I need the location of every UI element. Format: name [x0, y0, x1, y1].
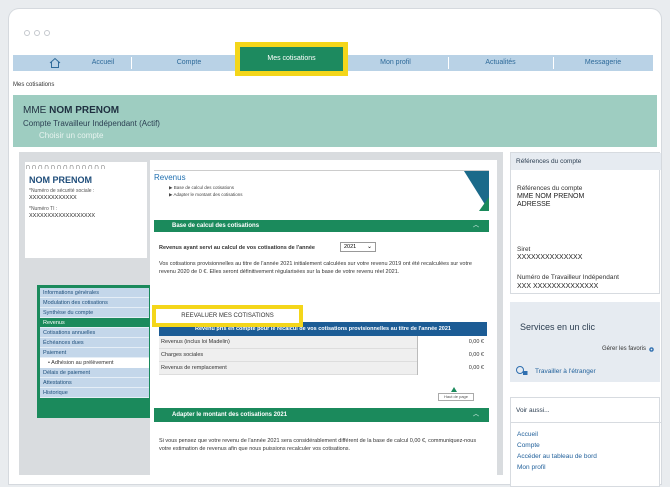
recalc-explanation: Vos cotisations provisionnelles au titre… — [159, 261, 472, 275]
nav-item-actualites[interactable]: Actualités — [448, 55, 553, 71]
account-holder: MME NOM PRENOM — [23, 105, 119, 116]
account-band: MME NOM PRENOM Compte Travailleur Indépe… — [13, 95, 657, 147]
row-value: 0,00 € — [417, 349, 487, 362]
side-item-attestations[interactable]: Attestations — [40, 378, 149, 388]
window-dot[interactable] — [44, 30, 50, 36]
link-adapter-montant[interactable]: ▶ Adapter le montant des cotisations — [169, 192, 243, 198]
back-to-top-link[interactable]: Haut de page — [438, 393, 474, 401]
see-also-compte[interactable]: Compte — [517, 442, 540, 449]
ssn-value: XXXXXXXXXXXXX — [29, 195, 77, 201]
nav-item-accueil[interactable]: Accueil — [73, 55, 133, 71]
chevron-up-icon[interactable]: ︿ — [473, 220, 479, 232]
nav-item-mes-cotisations[interactable]: Mes cotisations — [235, 42, 348, 76]
window-controls — [24, 23, 54, 41]
services-title: Services en un clic — [520, 322, 596, 332]
profile-card: ∩∩∩∩∩∩∩∩∩∩∩∩∩ NOM PRENOM *Numéro de sécu… — [25, 162, 147, 258]
nav-active-label: Mes cotisations — [267, 55, 316, 62]
section-base-calcul[interactable]: Base de calcul des cotisations ︿ — [154, 220, 489, 232]
home-icon[interactable] — [49, 57, 61, 69]
breadcrumb: Mes cotisations — [13, 82, 55, 88]
side-item-paiement[interactable]: Paiement — [40, 348, 149, 358]
notebook-rings: ∩∩∩∩∩∩∩∩∩∩∩∩∩ — [25, 162, 107, 171]
services-panel: Services en un clic Gérer les favoris Tr… — [510, 302, 660, 382]
chevron-down-icon: ⌄ — [366, 244, 372, 250]
side-item-synthese[interactable]: Synthèse du compte — [40, 308, 149, 318]
profile-name: NOM PRENOM — [29, 175, 92, 185]
see-also-profil[interactable]: Mon profil — [517, 464, 546, 471]
ti-value: XXXXXXXXXXXXXXXXXX — [29, 213, 96, 219]
income-year-question: Revenus ayant servi au calcul de vos cot… — [159, 245, 315, 251]
account-status: Compte Travailleur Indépendant (Actif) — [23, 119, 160, 128]
ti-number-value: XXX XXXXXXXXXXXXXX — [517, 283, 599, 290]
side-item-informations[interactable]: Informations générales — [40, 288, 149, 298]
right-column: Références du compte Références du compt… — [510, 152, 661, 487]
account-name: NOM PRENOM — [49, 105, 120, 116]
references-address: ADRESSE — [517, 201, 551, 208]
side-item-delais[interactable]: Délais de paiement — [40, 368, 149, 378]
row-value: 0,00 € — [417, 336, 487, 349]
year-select-value: 2021 — [344, 244, 357, 250]
nav-item-mon-profil[interactable]: Mon profil — [343, 55, 448, 71]
table-row: Charges sociales 0,00 € — [159, 349, 487, 362]
window-dot[interactable] — [34, 30, 40, 36]
row-label: Charges sociales — [161, 352, 204, 358]
estimate-explanation: Si vous pensez que votre revenu de l'ann… — [159, 438, 477, 452]
revenus-title: Revenus — [154, 173, 186, 182]
year-select[interactable]: 2021 ⌄ — [340, 242, 376, 252]
row-value: 0,00 € — [417, 362, 487, 375]
globe-person-icon — [516, 366, 528, 375]
row-label: Revenus de remplacement — [161, 365, 227, 371]
references-name: MME NOM PRENOM — [517, 193, 585, 200]
reevaluate-button[interactable]: REEVALUER MES COTISATIONS — [152, 305, 303, 327]
see-also-accueil[interactable]: Accueil — [517, 431, 538, 438]
revenus-header: Revenus ▶ Base de calcul des cotisations… — [154, 170, 489, 211]
row-label: Revenus (inclus loi Madelin) — [161, 339, 230, 345]
side-item-revenus[interactable]: Revenus — [40, 318, 149, 328]
window-dot[interactable] — [24, 30, 30, 36]
nav-item-compte[interactable]: Compte — [133, 55, 245, 71]
gear-icon[interactable] — [648, 346, 655, 353]
side-item-modulation[interactable]: Modulation des cotisations — [40, 298, 149, 308]
siret-value: XXXXXXXXXXXXXX — [517, 254, 583, 261]
chevron-up-icon[interactable]: ︿ — [473, 408, 479, 422]
references-title: Références du compte — [511, 153, 661, 170]
side-item-historique[interactable]: Historique — [40, 388, 149, 398]
section-adapter-title: Adapter le montant des cotisations 2021 — [172, 412, 288, 418]
ti-label: *Numéro TI : — [29, 206, 58, 212]
side-menu: Informations générales Modulation des co… — [37, 285, 152, 418]
nav-item-messagerie[interactable]: Messagerie — [553, 55, 653, 71]
references-label: Références du compte — [517, 185, 583, 192]
table-row: Revenus de remplacement 0,00 € — [159, 362, 487, 375]
choose-account-link[interactable]: Choisir un compte — [39, 131, 103, 140]
see-also-panel: Voir aussi... Accueil Compte Accéder au … — [510, 397, 661, 487]
revenue-table: Revenu pris en compte pour le recalcul d… — [159, 322, 487, 375]
manage-favorites-link[interactable]: Gérer les favoris — [602, 346, 646, 352]
header-corner-accent — [479, 197, 489, 211]
section-base-calcul-title: Base de calcul des cotisations — [172, 223, 260, 229]
ti-number-label: Numéro de Travailleur Indépendant — [517, 274, 619, 281]
side-item-echeances[interactable]: Échéances dues — [40, 338, 149, 348]
see-also-title: Voir aussi... — [511, 398, 661, 423]
see-also-dashboard[interactable]: Accéder au tableau de bord — [517, 453, 597, 460]
table-row: Revenus (inclus loi Madelin) 0,00 € — [159, 336, 487, 349]
section-adapter-montant[interactable]: Adapter le montant des cotisations 2021 … — [154, 408, 489, 422]
side-item-cotisations-annuelles[interactable]: Cotisations annuelles — [40, 328, 149, 338]
siret-label: Siret — [517, 246, 531, 253]
work-abroad-link[interactable]: Travailler à l'étranger — [535, 368, 596, 375]
side-subitem-adhesion[interactable]: • Adhésion au prélèvement — [40, 358, 149, 368]
arrow-up-icon — [451, 387, 457, 392]
ssn-label: *Numéro de sécurité sociale : — [29, 188, 95, 194]
account-greeting: MME — [23, 105, 47, 116]
account-references-panel: Références du compte Références du compt… — [510, 152, 661, 294]
link-base-calcul[interactable]: ▶ Base de calcul des cotisations — [169, 185, 234, 191]
